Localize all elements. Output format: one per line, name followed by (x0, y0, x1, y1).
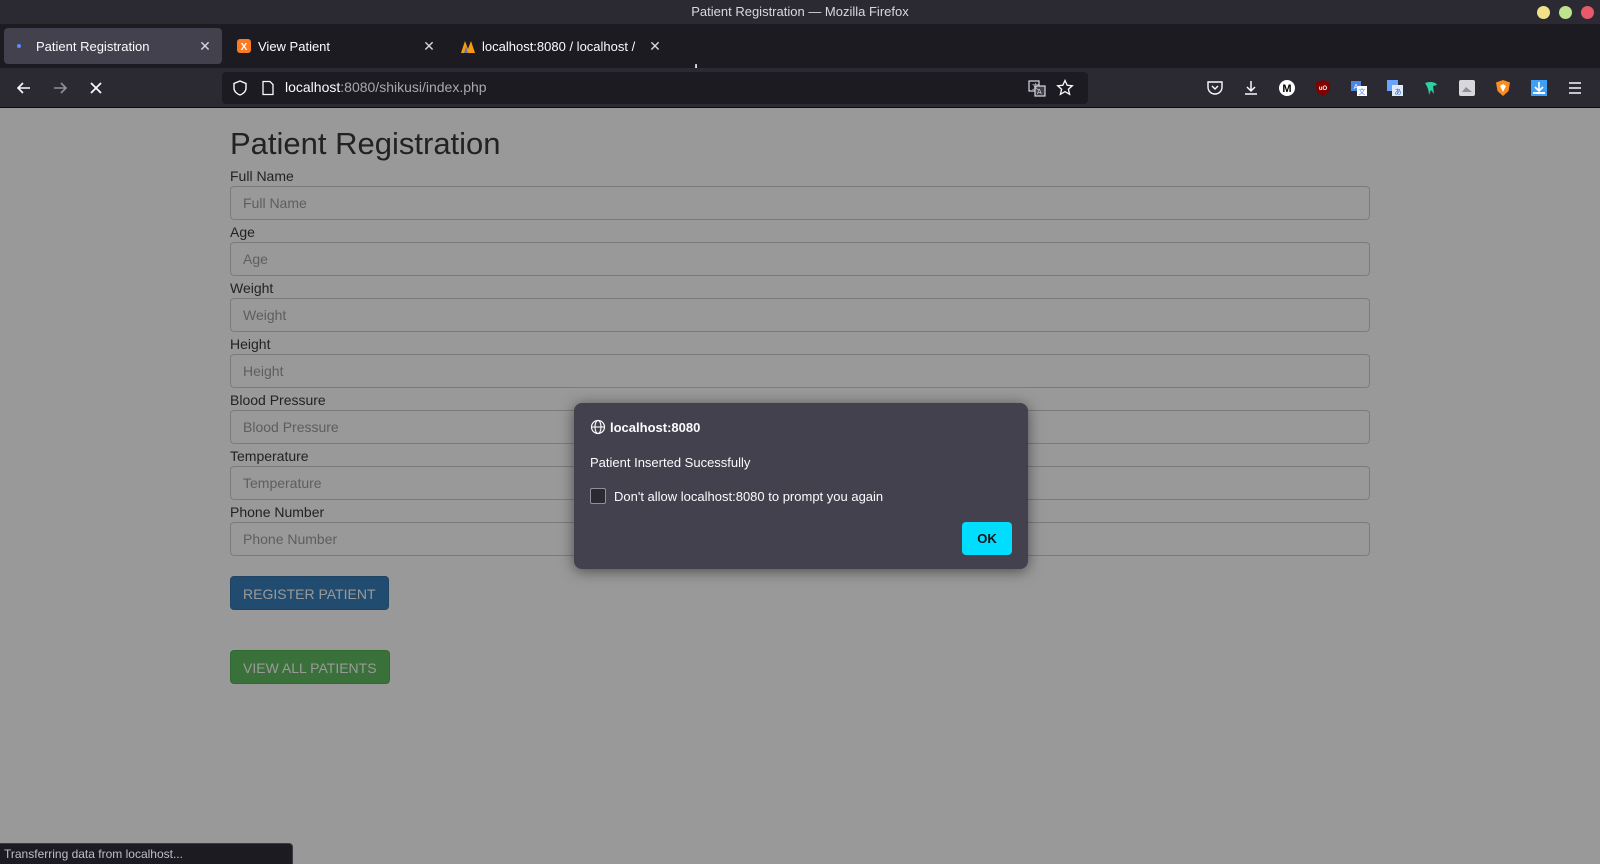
page-icon[interactable] (260, 80, 276, 96)
minimize-button[interactable] (1537, 6, 1550, 19)
url-bar[interactable]: localhost:8080/shikusi/index.php 文A (222, 72, 1088, 104)
close-tab-icon[interactable]: ✕ (196, 37, 214, 55)
forward-button[interactable] (46, 74, 74, 102)
brave-shield-icon[interactable] (1491, 76, 1515, 100)
status-panel: Transferring data from localhost... (0, 843, 293, 864)
tab-label: Patient Registration (36, 38, 150, 54)
phpmyadmin-icon (460, 38, 476, 54)
globe-icon (590, 419, 606, 435)
svg-text:X: X (241, 42, 248, 53)
svg-text:文: 文 (1359, 87, 1366, 96)
url-text[interactable]: localhost:8080/shikusi/index.php (285, 79, 487, 97)
svg-text:A: A (1037, 89, 1042, 96)
dont-allow-prompt-label[interactable]: Don't allow localhost:8080 to prompt you… (614, 489, 883, 504)
navigation-toolbar: localhost:8080/shikusi/index.php 文A M uO… (0, 68, 1600, 108)
dont-allow-prompt-checkbox[interactable] (590, 488, 606, 504)
translate-page-icon[interactable]: 文A (1028, 79, 1046, 97)
back-arrow-icon (16, 82, 30, 94)
xampp-icon: X (236, 38, 252, 54)
dont-allow-prompt-option[interactable]: Don't allow localhost:8080 to prompt you… (590, 488, 883, 504)
tab-view-patient[interactable]: X View Patient ✕ (226, 28, 446, 64)
image-extension-icon[interactable] (1455, 76, 1479, 100)
dialog-message: Patient Inserted Sucessfully (590, 455, 751, 470)
stop-loading-button[interactable] (82, 74, 110, 102)
translate-icon[interactable]: A文 (1347, 76, 1371, 100)
window-title: Patient Registration — Mozilla Firefox (691, 4, 909, 19)
ok-button[interactable]: OK (962, 522, 1012, 555)
window-titlebar: Patient Registration — Mozilla Firefox (0, 0, 1600, 24)
bird-extension-icon[interactable] (1419, 76, 1443, 100)
svg-text:uO: uO (1319, 86, 1328, 92)
tab-patient-registration[interactable]: Patient Registration ✕ (4, 28, 222, 64)
alert-dialog: localhost:8080 Patient Inserted Sucessfu… (574, 403, 1028, 569)
menu-icon[interactable] (1563, 76, 1587, 100)
tab-label: View Patient (258, 38, 331, 54)
bookmark-star-icon[interactable] (1056, 79, 1074, 97)
close-window-button[interactable] (1581, 6, 1594, 19)
tab-phpmyadmin[interactable]: localhost:8080 / localhost / ✕ (450, 28, 672, 64)
svg-text:あ: あ (1395, 88, 1402, 96)
shield-icon[interactable] (232, 80, 248, 96)
close-tab-icon[interactable]: ✕ (646, 37, 664, 55)
m-extension-icon[interactable]: M (1275, 76, 1299, 100)
pocket-icon[interactable] (1203, 76, 1227, 100)
stop-icon (90, 82, 102, 94)
maximize-button[interactable] (1559, 6, 1572, 19)
tab-strip: Patient Registration ✕ X View Patient ✕ … (0, 24, 1600, 82)
download-helper-icon[interactable] (1527, 76, 1551, 100)
downloads-icon[interactable] (1239, 76, 1263, 100)
loading-dot-icon (14, 38, 30, 54)
svg-text:M: M (1282, 83, 1291, 95)
translate-alt-icon[interactable]: あ (1383, 76, 1407, 100)
ublock-icon[interactable]: uO (1311, 76, 1335, 100)
dialog-header: localhost:8080 (590, 419, 700, 435)
forward-arrow-icon (54, 82, 68, 94)
close-tab-icon[interactable]: ✕ (420, 37, 438, 55)
dialog-host: localhost:8080 (610, 419, 701, 435)
back-button[interactable] (10, 74, 38, 102)
tab-label: localhost:8080 / localhost / (482, 38, 636, 54)
